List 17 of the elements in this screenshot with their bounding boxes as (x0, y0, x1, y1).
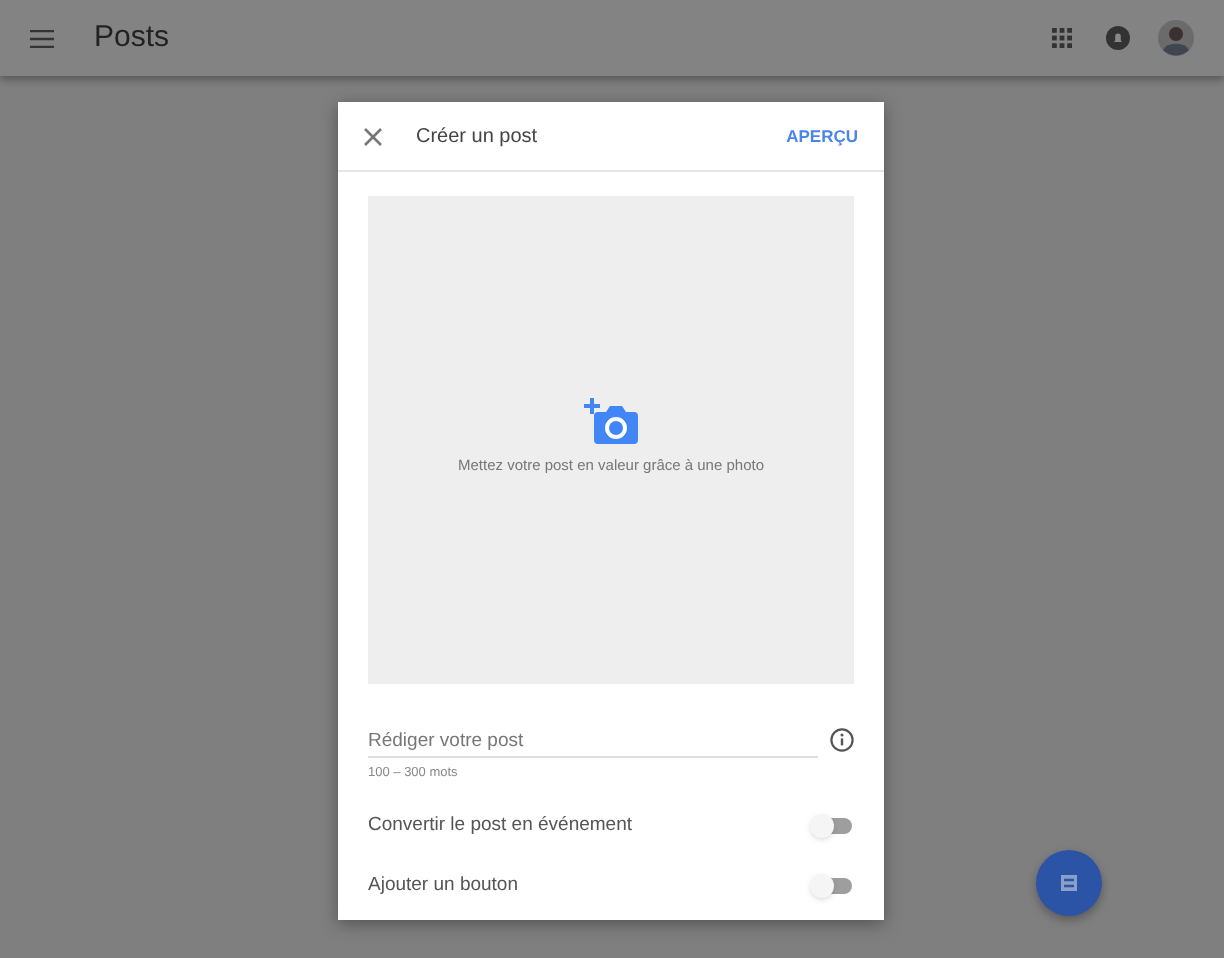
avatar-icon[interactable] (1158, 20, 1194, 56)
floating-action-button[interactable] (1036, 850, 1102, 916)
page-title: Posts (94, 17, 170, 58)
toggle-label: Ajouter un bouton (368, 871, 519, 900)
apps-grid-icon[interactable] (1052, 28, 1072, 48)
post-input-field[interactable]: Rédiger votre post (368, 726, 818, 758)
toggle-switch[interactable] (810, 813, 854, 838)
notifications-icon[interactable] (1106, 26, 1130, 50)
preview-button[interactable]: APERÇU (786, 123, 858, 149)
document-icon (1060, 874, 1078, 892)
toggle-switch[interactable] (810, 873, 854, 898)
info-icon[interactable] (830, 728, 854, 752)
close-icon[interactable] (364, 127, 382, 145)
toggle-label: Convertir le post en événement (368, 811, 633, 840)
dialog-title: Créer un post (416, 123, 538, 151)
add-photo-icon (583, 398, 639, 447)
menu-icon[interactable] (30, 29, 54, 47)
